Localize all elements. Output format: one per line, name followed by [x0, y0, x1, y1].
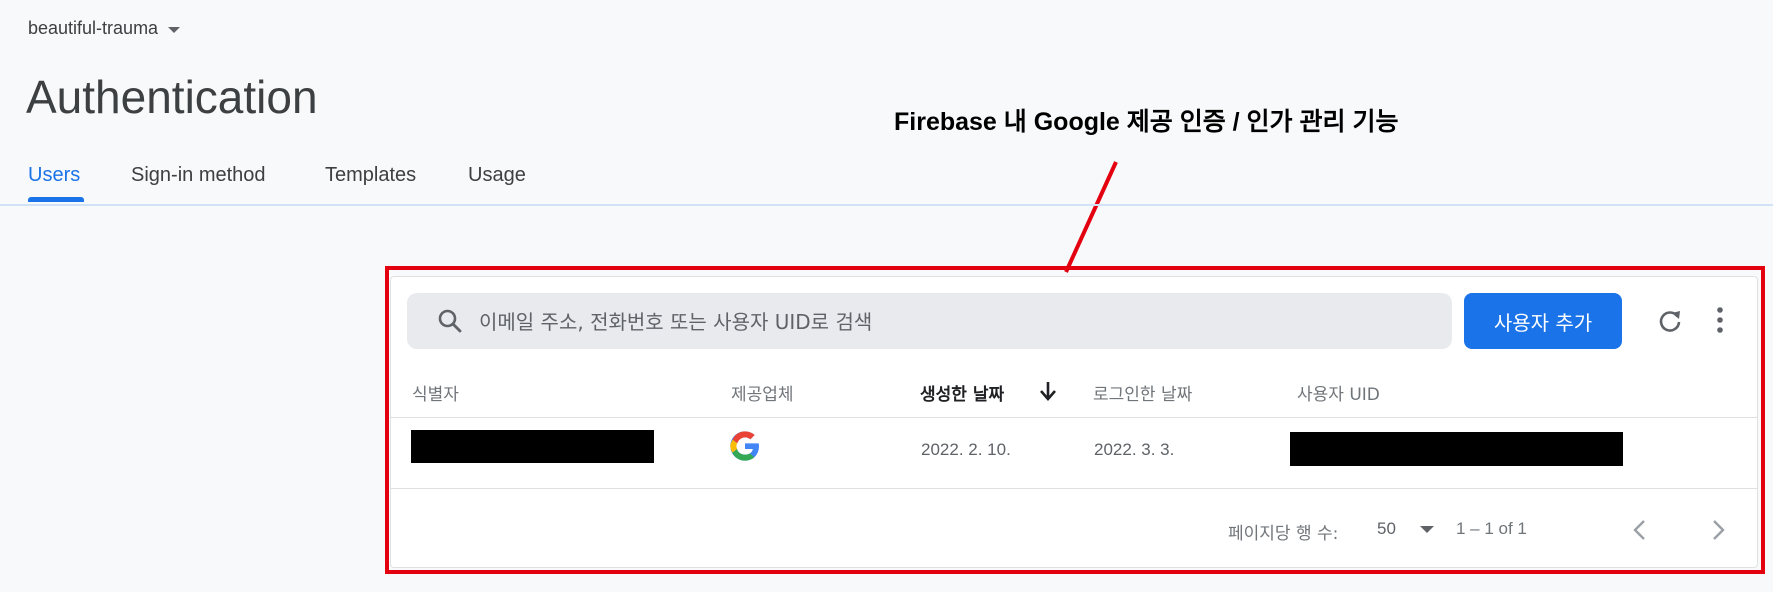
project-name: beautiful-trauma [28, 18, 159, 38]
tab-usage[interactable]: Usage [468, 164, 526, 187]
chevron-down-icon [168, 26, 181, 33]
tab-bar: Users Sign-in method Templates Usage [0, 140, 1773, 206]
tab-templates[interactable]: Templates [325, 164, 416, 187]
project-selector[interactable]: beautiful-trauma [28, 18, 181, 39]
tab-sign-in-method[interactable]: Sign-in method [131, 164, 266, 187]
active-tab-indicator [28, 197, 84, 202]
tab-users[interactable]: Users [28, 164, 80, 187]
annotation-label: Firebase 내 Google 제공 인증 / 인가 관리 기능 [894, 108, 1399, 136]
page-title: Authentication [26, 71, 318, 123]
highlight-box [385, 266, 1765, 574]
